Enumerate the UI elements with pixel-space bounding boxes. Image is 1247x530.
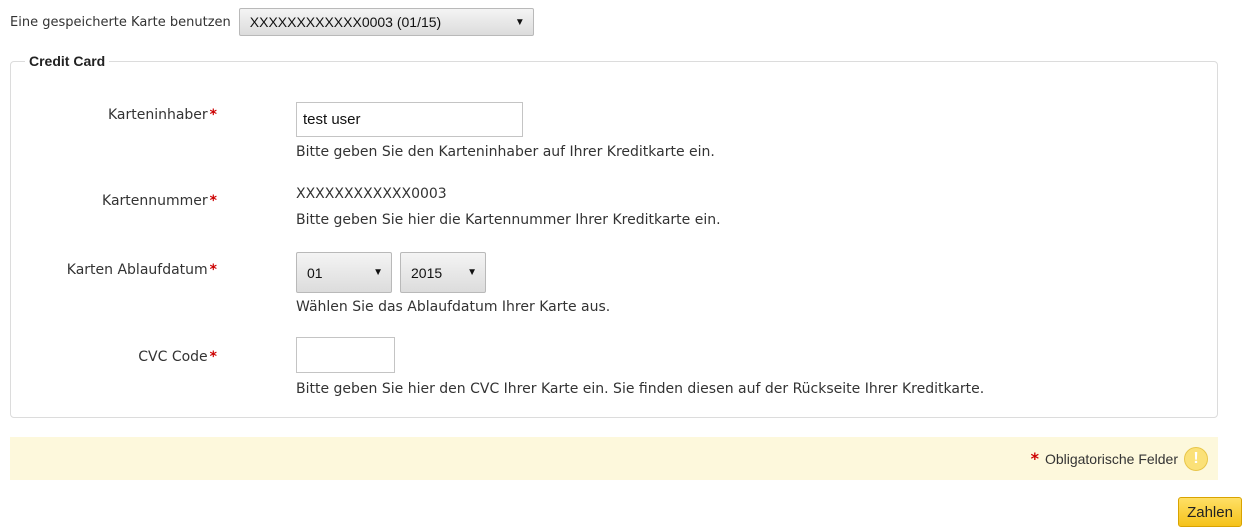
cvc-label: CVC Code * — [138, 349, 217, 365]
saved-card-select[interactable]: XXXXXXXXXXXX0003 (01/15) ▼ — [238, 8, 534, 36]
expiry-hint: Wählen Sie das Ablaufdatum Ihrer Karte a… — [296, 299, 611, 315]
expiry-year-value: 2015 — [411, 264, 443, 281]
dropdown-arrow-icon: ▼ — [467, 267, 477, 278]
required-mark: * — [209, 349, 217, 365]
expiry-year-select[interactable]: 2015 ▼ — [400, 252, 486, 293]
saved-card-label: Eine gespeicherte Karte benutzen — [10, 14, 231, 30]
credit-card-legend: Credit Card — [29, 53, 106, 69]
required-mark: * — [209, 193, 217, 209]
saved-card-selected-value: XXXXXXXXXXXX0003 (01/15) — [249, 14, 442, 30]
card-number-label-text: Kartennummer — [102, 193, 208, 209]
expiry-month-value: 01 — [307, 264, 323, 281]
card-number-value: XXXXXXXXXXXX0003 — [296, 186, 447, 202]
cvc-label-text: CVC Code — [138, 349, 208, 365]
dropdown-arrow-icon: ▼ — [514, 16, 525, 28]
cardholder-label-text: Karteninhaber — [107, 107, 208, 123]
required-fields-note: * Obligatorische Felder ! — [10, 437, 1218, 480]
expiry-label-text: Karten Ablaufdatum — [66, 262, 208, 278]
saved-card-row: Eine gespeicherte Karte benutzen XXXXXXX… — [10, 8, 534, 36]
expiry-month-select[interactable]: 01 ▼ — [296, 252, 392, 293]
dropdown-arrow-icon: ▼ — [373, 267, 383, 278]
cvc-input[interactable] — [296, 337, 395, 373]
card-number-label: Kartennummer * — [102, 193, 217, 209]
required-mark: * — [209, 107, 217, 123]
expiry-label: Karten Ablaufdatum * — [67, 262, 217, 278]
required-mark: * — [209, 262, 217, 278]
cvc-hint: Bitte geben Sie hier den CVC Ihrer Karte… — [296, 381, 985, 397]
required-fields-text: Obligatorische Felder — [1044, 450, 1178, 467]
credit-card-fieldset: Credit Card Karteninhaber* Bitte geben S… — [10, 53, 1218, 418]
warning-icon: ! — [1184, 446, 1208, 471]
pay-button[interactable]: Zahlen — [1178, 497, 1242, 527]
required-mark: * — [1030, 449, 1039, 468]
cardholder-label: Karteninhaber * — [108, 107, 217, 123]
card-number-hint: Bitte geben Sie hier die Kartennummer Ih… — [296, 212, 721, 228]
cardholder-input[interactable] — [296, 102, 523, 137]
cardholder-hint: Bitte geben Sie den Karteninhaber auf Ih… — [296, 144, 715, 160]
